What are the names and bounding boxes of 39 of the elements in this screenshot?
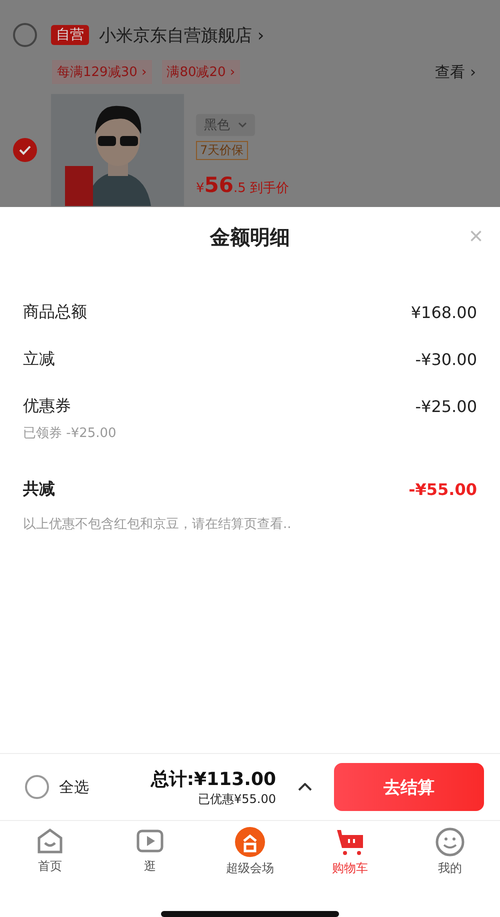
select-all-label[interactable]: 全选 xyxy=(59,778,89,796)
coupon-note: 已领券 -¥25.00 xyxy=(23,425,118,442)
amount-value: ¥168.00 xyxy=(410,303,477,322)
tab-bar-item[interactable]: 我的 xyxy=(400,827,500,887)
amount-label: 优惠券 xyxy=(23,396,71,417)
product-checkbox[interactable] xyxy=(13,138,37,162)
promo-tag[interactable]: 满80减20 › xyxy=(162,60,240,84)
price-protection-tag: 7天价保 xyxy=(196,141,248,160)
expand-caret-icon[interactable] xyxy=(298,783,312,791)
product-price: ¥56.5 到手价 xyxy=(196,173,290,197)
amount-value: -¥25.00 xyxy=(415,397,477,416)
saved-amount: 已优惠¥55.00 xyxy=(198,790,276,808)
checkmark-icon xyxy=(19,145,31,155)
variant-selector[interactable]: 黑色 xyxy=(196,114,255,136)
checkout-button[interactable]: 去结算 xyxy=(334,763,484,811)
select-all-checkbox[interactable] xyxy=(25,775,49,799)
amount-value: -¥30.00 xyxy=(415,350,477,369)
amount-label: 立减 xyxy=(23,349,55,370)
view-link[interactable]: 查看 › xyxy=(435,62,476,82)
smiley-icon xyxy=(435,827,465,857)
total-price: 总计:¥113.00 xyxy=(150,768,276,790)
play-icon xyxy=(136,827,164,855)
cart-icon xyxy=(335,827,365,857)
amount-label: 商品总额 xyxy=(23,302,87,323)
self-operated-badge: 自营 xyxy=(51,25,89,45)
store-name[interactable]: 小米京东自营旗舰店 › xyxy=(99,24,264,46)
total-discount-label: 共减 xyxy=(23,479,55,500)
modal-title: 金额明细 xyxy=(210,224,290,250)
total-discount-value: -¥55.00 xyxy=(408,480,477,499)
tab-bar-item[interactable]: 购物车 xyxy=(300,827,400,887)
promo-icon xyxy=(235,827,265,857)
tab-bar-item[interactable]: 逛 xyxy=(100,827,200,887)
store-checkbox[interactable] xyxy=(13,23,37,47)
disclaimer-text: 以上优惠不包含红包和京豆，请在结算页查看.. xyxy=(23,516,292,533)
tab-bar-item[interactable]: 首页 xyxy=(0,827,100,887)
promo-tag[interactable]: 每满129减30 › xyxy=(52,60,152,84)
chevron-down-icon xyxy=(238,122,247,128)
home-icon xyxy=(36,827,64,855)
tab-bar-item[interactable]: 超级会场 xyxy=(200,827,300,887)
